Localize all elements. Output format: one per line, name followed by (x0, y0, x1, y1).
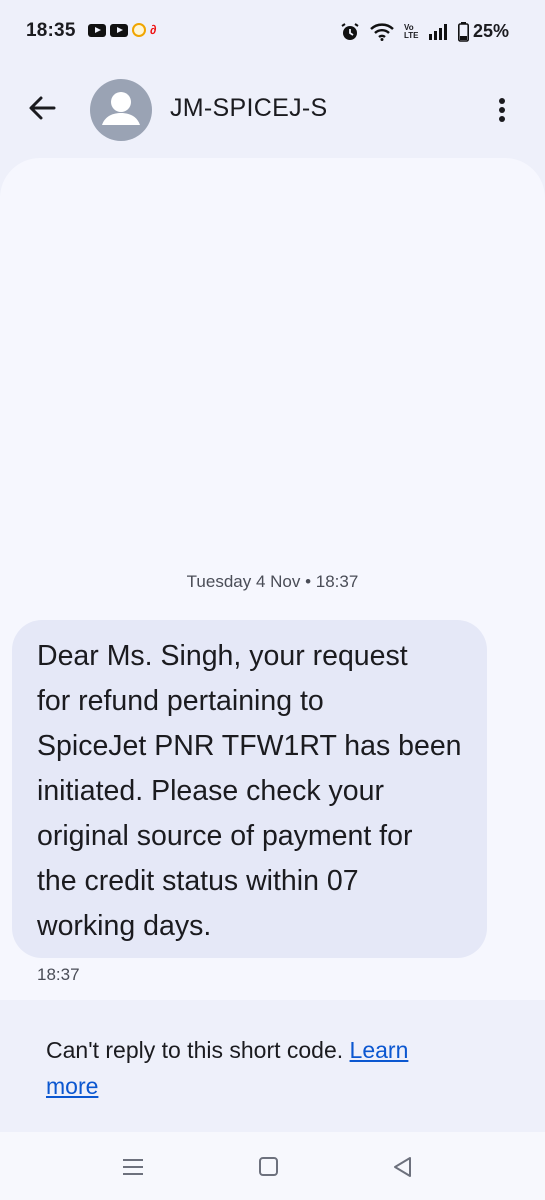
notice-label: Can't reply to this short code. (46, 1037, 350, 1063)
alarm-icon (341, 22, 359, 40)
message-line: working days. (37, 910, 212, 942)
reply-disabled-notice: Can't reply to this short code. Learn mor… (0, 1000, 545, 1132)
volte-icon: Vo LTE (403, 22, 419, 40)
airtel-icon: ∂ (150, 22, 157, 37)
home-icon[interactable] (257, 1156, 281, 1178)
battery-icon (457, 21, 469, 42)
message-line: Dear Ms. Singh, your request (37, 640, 408, 672)
contact-avatar[interactable] (90, 79, 152, 141)
contact-name[interactable]: JM-SPICEJ-S (170, 94, 327, 123)
message-list[interactable]: Tuesday 4 Nov • 18:37 Dear Ms. Singh, yo… (0, 158, 545, 1000)
message-bubble[interactable]: Dear Ms. Singh, your request for refund … (12, 620, 487, 958)
person-icon (102, 92, 140, 125)
youtube-icon (88, 23, 106, 37)
conversation-header: JM-SPICEJ-S (0, 64, 545, 156)
message-line: SpiceJet PNR TFW1RT has been (37, 730, 462, 762)
wifi-icon (370, 22, 394, 41)
message-line: initiated. Please check your (37, 775, 384, 807)
more-vert-icon[interactable] (490, 92, 514, 128)
notice-text: Can't reply to this short code. Learn mor… (46, 1032, 506, 1104)
arrow-back-icon[interactable] (26, 92, 58, 124)
system-nav-bar (0, 1132, 545, 1200)
signal-icon (428, 23, 447, 40)
message-line: original source of payment for (37, 820, 413, 852)
recents-icon[interactable] (121, 1156, 145, 1178)
battery-percentage: 25% (472, 21, 509, 41)
status-bar: 18:35 ∂ Vo LTE 25% (0, 0, 545, 64)
status-notification-icons: ∂ (88, 23, 166, 37)
notification-icon (132, 23, 146, 37)
message-line: the credit status within 07 (37, 865, 359, 897)
youtube-icon (110, 23, 128, 37)
back-nav-icon[interactable] (391, 1156, 415, 1178)
status-time: 18:35 (26, 20, 76, 41)
message-line: for refund pertaining to (37, 685, 324, 717)
status-system-icons: Vo LTE 25% (340, 21, 509, 42)
message-time: 18:37 (37, 965, 80, 984)
message-timestamp: Tuesday 4 Nov • 18:37 (186, 572, 359, 591)
